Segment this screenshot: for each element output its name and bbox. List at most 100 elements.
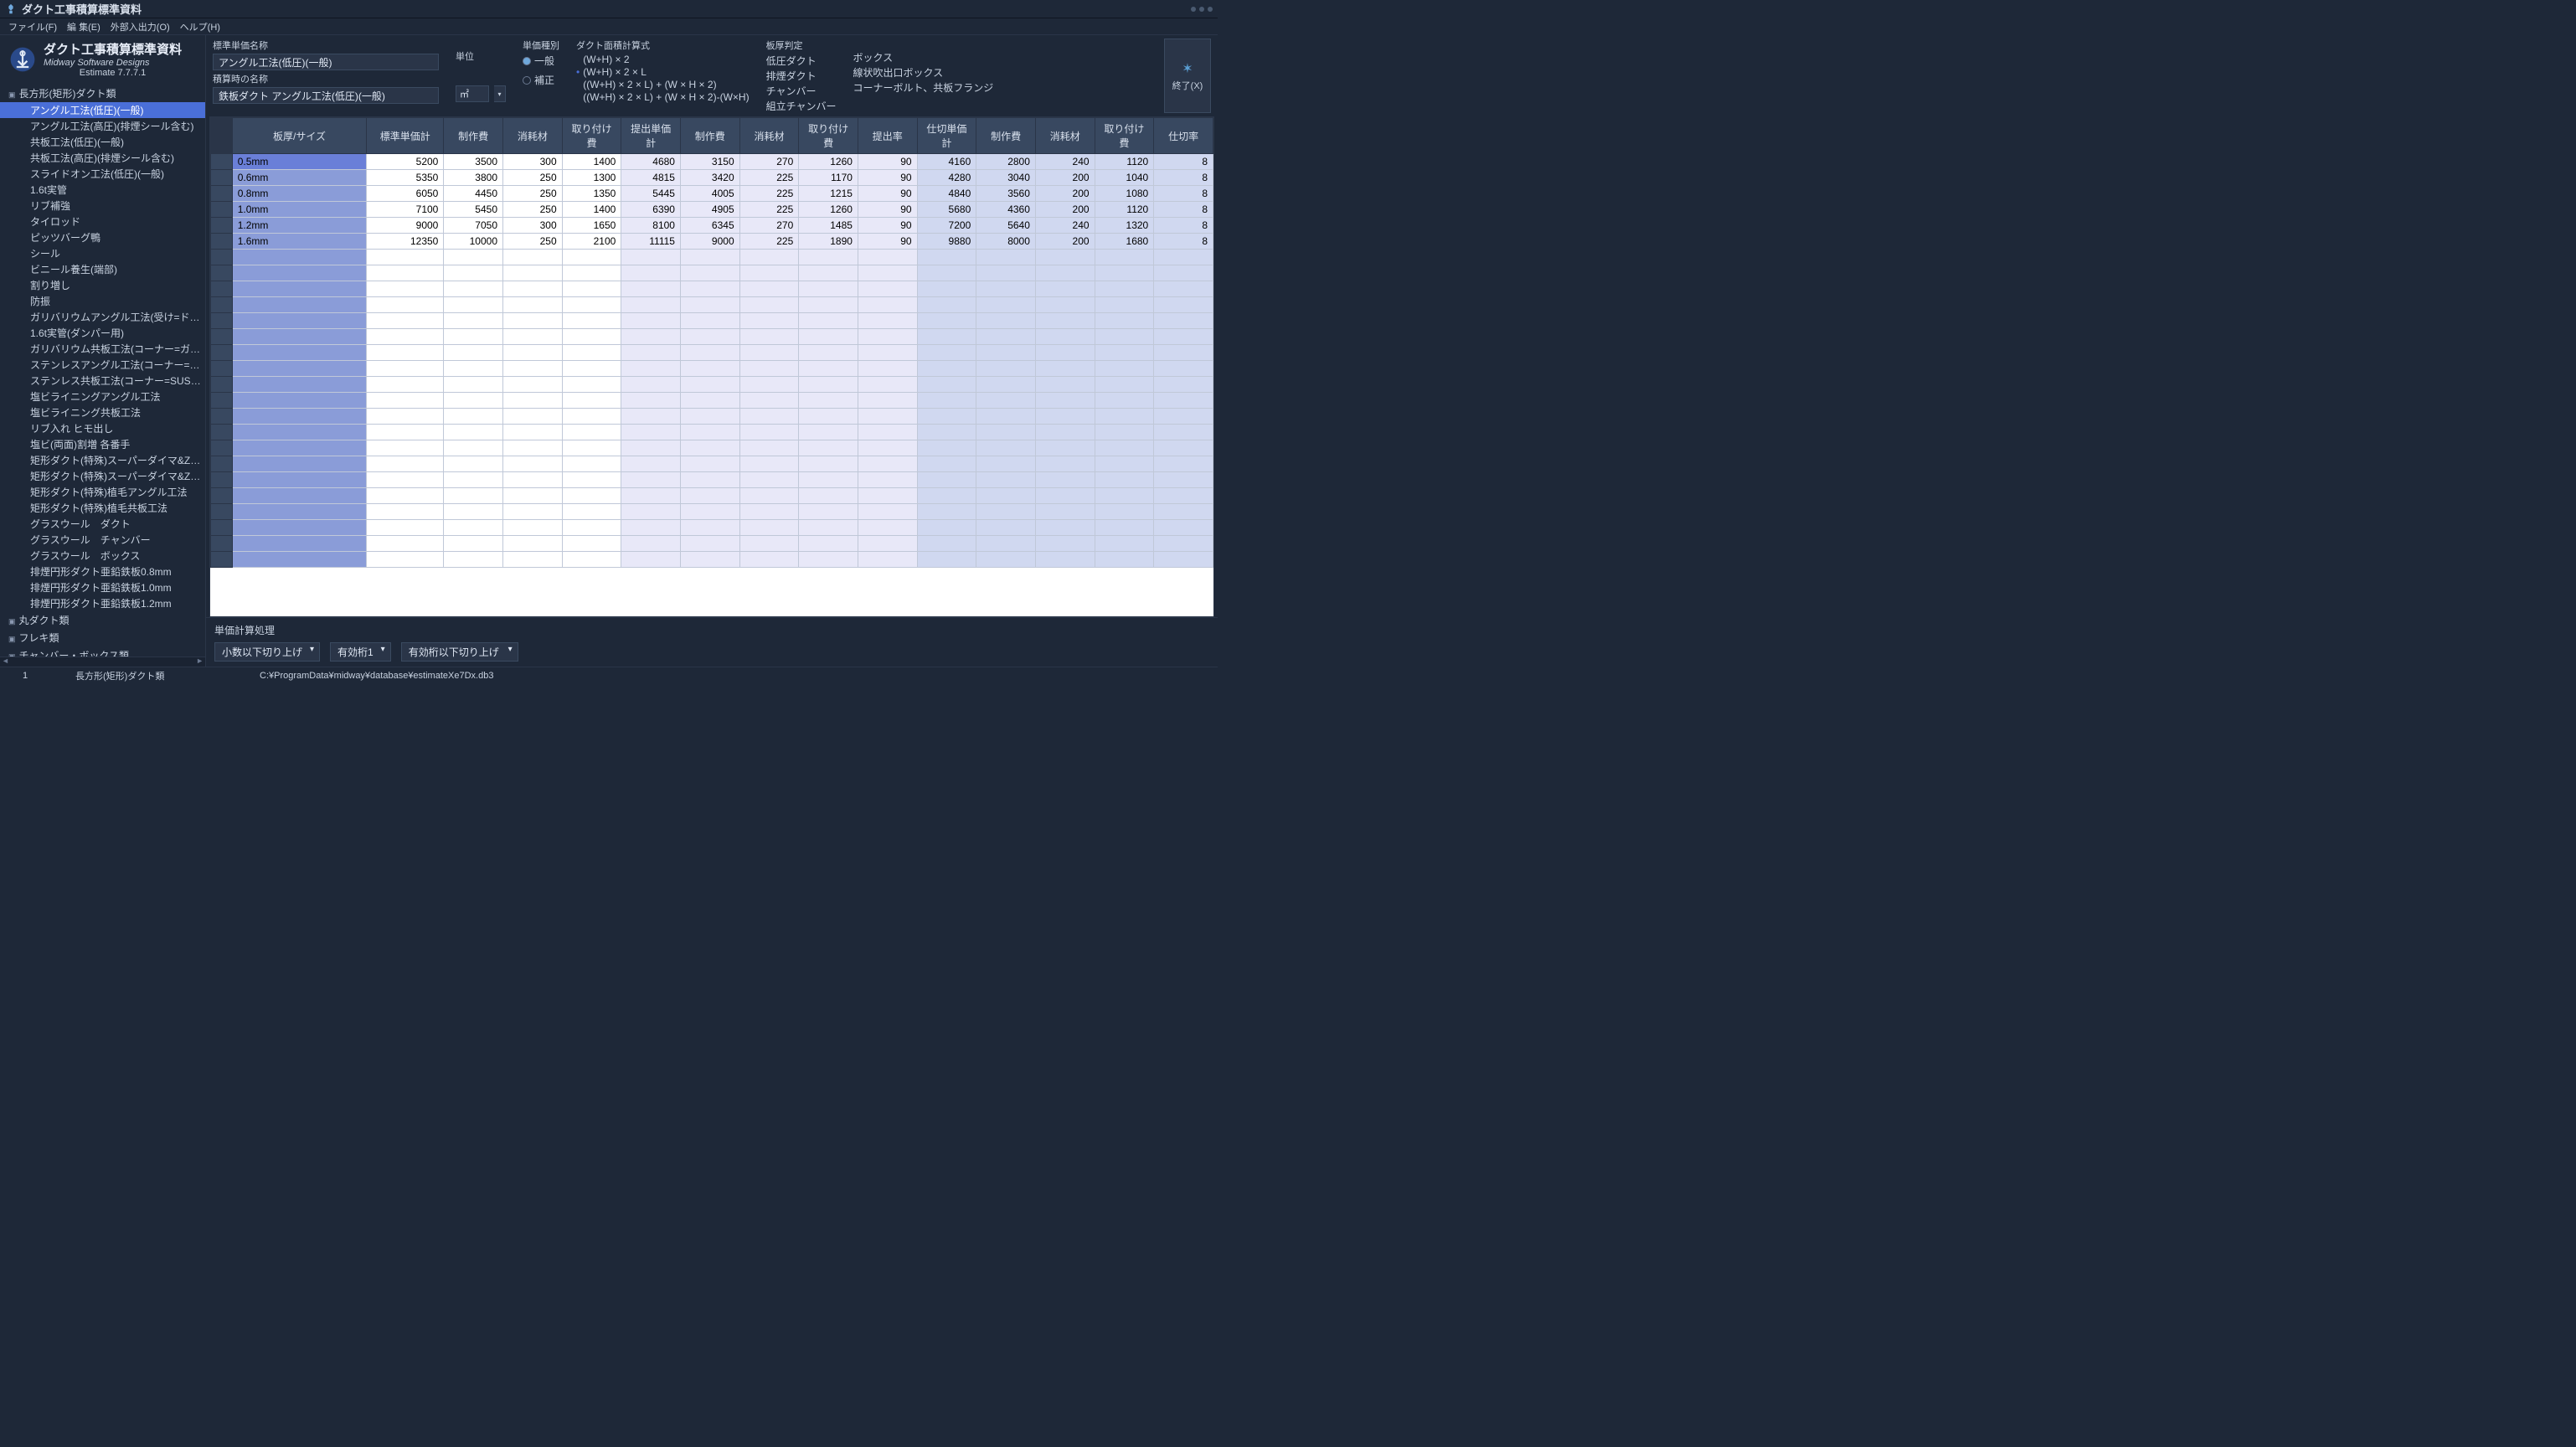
grid-cell[interactable] — [621, 377, 681, 393]
grid-cell[interactable] — [444, 281, 503, 297]
grid-cell[interactable] — [739, 472, 799, 488]
grid-cell[interactable]: 4815 — [621, 170, 681, 186]
grid-cell[interactable] — [739, 440, 799, 456]
grid-cell[interactable] — [367, 425, 444, 440]
grid-cell[interactable] — [976, 250, 1036, 265]
grid-cell[interactable] — [1154, 425, 1213, 440]
grid-cell-size[interactable]: 0.5mm — [232, 154, 367, 170]
grid-cell[interactable] — [562, 361, 621, 377]
grid-cell[interactable] — [1035, 552, 1095, 568]
grid-cell[interactable] — [1095, 345, 1154, 361]
judge-option[interactable]: 低圧ダクト — [766, 54, 837, 68]
tree-item[interactable]: 共板工法(低圧)(一般) — [0, 134, 205, 150]
grid-cell[interactable] — [367, 504, 444, 520]
grid-cell[interactable]: 3420 — [680, 170, 739, 186]
grid-cell[interactable] — [917, 536, 976, 552]
grid-cell[interactable] — [1095, 377, 1154, 393]
grid-cell[interactable]: 8 — [1154, 218, 1213, 234]
grid-cell[interactable] — [799, 425, 858, 440]
grid-cell[interactable] — [799, 361, 858, 377]
judge-option[interactable]: 排煙ダクト — [766, 69, 837, 83]
tree-item[interactable]: グラスウール チャンバー — [0, 532, 205, 548]
grid-cell[interactable] — [621, 345, 681, 361]
grid-cell[interactable] — [232, 265, 367, 281]
grid-cell[interactable] — [976, 361, 1036, 377]
grid-cell[interactable] — [444, 456, 503, 472]
category-tree[interactable]: 長方形(矩形)ダクト類アングル工法(低圧)(一般)アングル工法(高圧)(排煙シー… — [0, 83, 205, 657]
grid-cell[interactable]: 8000 — [976, 234, 1036, 250]
grid-cell[interactable]: 5200 — [367, 154, 444, 170]
grid-cell[interactable] — [1035, 377, 1095, 393]
column-header[interactable]: 制作費 — [680, 118, 739, 154]
tree-item[interactable]: ステンレス共板工法(コーナー=SUS)(受け — [0, 373, 205, 389]
grid-cell[interactable] — [1035, 440, 1095, 456]
grid-cell[interactable] — [367, 377, 444, 393]
grid-cell[interactable] — [680, 313, 739, 329]
grid-cell[interactable]: 1170 — [799, 170, 858, 186]
grid-cell[interactable] — [976, 456, 1036, 472]
grid-cell[interactable] — [917, 456, 976, 472]
grid-cell[interactable] — [503, 520, 563, 536]
grid-cell[interactable] — [503, 488, 563, 504]
tree-item[interactable]: 共板工法(高圧)(排煙シール含む) — [0, 150, 205, 166]
grid-cell[interactable] — [1095, 250, 1154, 265]
grid-cell[interactable] — [503, 440, 563, 456]
grid-cell[interactable]: 5680 — [917, 202, 976, 218]
grid-cell[interactable] — [680, 297, 739, 313]
grid-cell[interactable] — [232, 488, 367, 504]
grid-cell[interactable] — [917, 472, 976, 488]
grid-cell[interactable] — [858, 456, 917, 472]
grid-cell[interactable] — [1095, 552, 1154, 568]
grid-cell[interactable] — [1095, 425, 1154, 440]
grid-cell[interactable] — [232, 250, 367, 265]
grid-cell[interactable] — [976, 488, 1036, 504]
grid-cell[interactable] — [799, 520, 858, 536]
grid-cell[interactable] — [1095, 440, 1154, 456]
grid-cell[interactable] — [799, 488, 858, 504]
grid-cell[interactable] — [367, 536, 444, 552]
grid-cell[interactable] — [858, 425, 917, 440]
grid-cell[interactable] — [562, 536, 621, 552]
grid-cell-size[interactable]: 0.8mm — [232, 186, 367, 202]
grid-cell[interactable] — [232, 552, 367, 568]
grid-cell[interactable] — [444, 265, 503, 281]
grid-cell[interactable]: 7100 — [367, 202, 444, 218]
grid-cell-size[interactable]: 0.6mm — [232, 170, 367, 186]
tree-item[interactable]: 割り増し — [0, 277, 205, 293]
judge-option[interactable]: チャンバー — [766, 84, 837, 98]
grid-cell[interactable] — [1154, 313, 1213, 329]
grid-cell[interactable] — [680, 536, 739, 552]
grid-cell[interactable] — [739, 425, 799, 440]
grid-cell[interactable] — [1035, 488, 1095, 504]
grid-cell[interactable] — [1154, 536, 1213, 552]
grid-cell[interactable]: 4905 — [680, 202, 739, 218]
grid-cell[interactable]: 1650 — [562, 218, 621, 234]
grid-cell[interactable] — [562, 409, 621, 425]
grid-cell[interactable] — [680, 440, 739, 456]
grid-cell[interactable] — [503, 250, 563, 265]
grid-cell[interactable] — [858, 409, 917, 425]
grid-cell[interactable]: 11115 — [621, 234, 681, 250]
grid-cell[interactable]: 8 — [1154, 170, 1213, 186]
kind-general[interactable]: 一般 — [523, 54, 559, 68]
grid-cell[interactable] — [976, 536, 1036, 552]
grid-cell[interactable]: 225 — [739, 170, 799, 186]
tree-item[interactable]: ビニール養生(端部) — [0, 261, 205, 277]
grid-cell[interactable] — [976, 281, 1036, 297]
grid-cell[interactable]: 5450 — [444, 202, 503, 218]
grid-cell[interactable] — [1095, 536, 1154, 552]
grid-cell[interactable] — [503, 329, 563, 345]
grid-cell[interactable] — [503, 361, 563, 377]
grid-cell[interactable] — [858, 329, 917, 345]
grid-cell[interactable] — [917, 250, 976, 265]
grid-cell[interactable] — [367, 520, 444, 536]
grid-cell[interactable] — [444, 313, 503, 329]
grid-cell[interactable] — [739, 393, 799, 409]
formula-option[interactable]: ((W+H) × 2 × L) + (W × H × 2) — [576, 79, 750, 90]
grid-cell[interactable] — [1154, 250, 1213, 265]
grid-cell[interactable] — [444, 488, 503, 504]
grid-cell[interactable] — [917, 361, 976, 377]
grid-cell[interactable] — [976, 393, 1036, 409]
grid-cell[interactable] — [799, 472, 858, 488]
grid-cell[interactable] — [799, 250, 858, 265]
